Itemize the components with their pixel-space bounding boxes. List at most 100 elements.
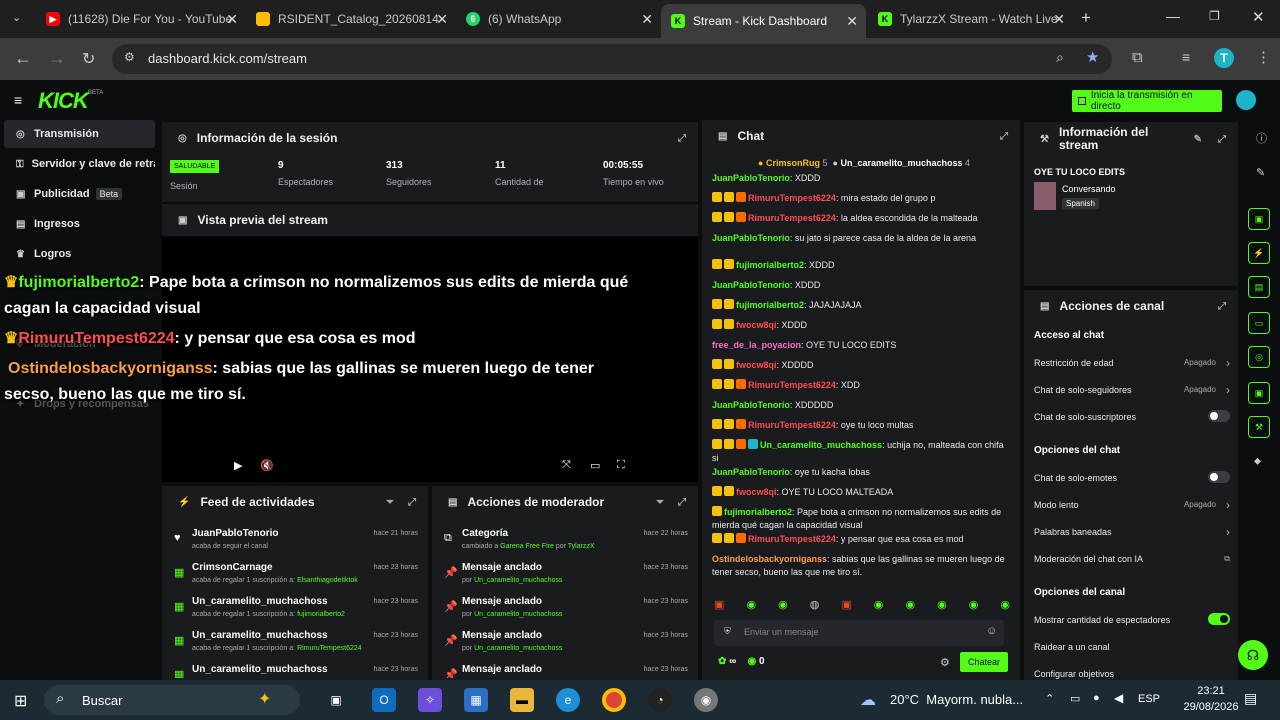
setting-row[interactable]: Moderación del chat con IA ⧉	[1034, 554, 1230, 564]
chat-username[interactable]: JuanPabloTenorio	[712, 467, 790, 477]
expand-icon[interactable]: ⤢	[1218, 134, 1226, 145]
chat-username[interactable]: fwocw8qi	[736, 487, 777, 497]
filter-icon[interactable]: ⏷	[656, 497, 664, 508]
edge-icon[interactable]: e	[556, 688, 580, 712]
language-indicator[interactable]: ESP	[1138, 693, 1160, 705]
tab-kick-dashboard[interactable]: K Stream - Kick Dashboard ✕	[661, 4, 866, 38]
mod-target[interactable]: Garena Free Fire	[500, 543, 554, 550]
weather-text[interactable]: 20°C Mayorm. nubla...	[890, 692, 1023, 707]
maximize-icon[interactable]: ❐	[1209, 9, 1220, 23]
tab-whatsapp[interactable]: 6 (6) WhatsApp ✕	[456, 6, 661, 32]
chat-username[interactable]: Un_caramelito_muchachoss	[760, 440, 882, 450]
mute-icon[interactable]: 🔇	[260, 459, 274, 472]
expand-icon[interactable]: ⤢	[1000, 131, 1008, 142]
quick-action-icon[interactable]: ▣	[1248, 382, 1270, 404]
emote-icon[interactable]: ◉	[937, 598, 947, 614]
activity-target[interactable]: Elsanthiagodetiktok	[297, 577, 358, 584]
chat-username[interactable]: RimuruTempest6224	[748, 193, 836, 203]
toggle-switch[interactable]	[1208, 471, 1230, 483]
stream-category[interactable]: Conversando	[1062, 184, 1116, 194]
close-window-icon[interactable]: ✕	[1252, 8, 1265, 26]
chat-username[interactable]: RimuruTempest6224	[748, 534, 836, 544]
emote-icon[interactable]: ◉	[874, 598, 884, 614]
notifications-icon[interactable]: ▤	[1244, 690, 1257, 707]
quick-action-icon[interactable]: ⚡	[1248, 242, 1270, 264]
kick-logo[interactable]: KICK	[38, 88, 89, 114]
emote-icon[interactable]: ◉	[778, 598, 788, 614]
chat-username[interactable]: RimuruTempest6224	[748, 380, 836, 390]
tab-drive[interactable]: RSIDENT_Catalog_20260814 ✕	[246, 6, 456, 32]
sidebar-item-servidor[interactable]: ⚿ Servidor y clave de retransmisión	[4, 150, 155, 178]
url-field[interactable]: ⚙ dashboard.kick.com/stream ⌕ ★	[112, 44, 1112, 74]
emote-icon[interactable]: ◉	[969, 598, 979, 614]
chat-settings-icon[interactable]: ⚙	[940, 656, 950, 669]
top-user[interactable]: Un_caramelito_muchachoss	[840, 158, 962, 168]
close-icon[interactable]: ✕	[226, 11, 238, 28]
setting-row[interactable]: Modo lento Apagado ›	[1034, 498, 1230, 512]
mod-by-user[interactable]: TylarzzX	[568, 543, 595, 550]
mod-target[interactable]: Un_caramelito_muchachoss	[474, 577, 562, 584]
sidebar-item-ingresos[interactable]: ▤ Ingresos	[4, 210, 155, 238]
bookmark-star-icon[interactable]: ★	[1086, 48, 1099, 66]
emote-icon[interactable]: ◉	[1000, 598, 1010, 614]
quick-action-icon[interactable]: ◎	[1248, 346, 1270, 368]
sidebar-item-logros[interactable]: ♛ Logros	[4, 240, 155, 268]
tab-youtube[interactable]: ▶ (11628) Die For You - YouTube ✕	[36, 6, 246, 32]
clock-time[interactable]: 23:21	[1186, 685, 1236, 697]
emote-icon[interactable]: ▣	[714, 598, 724, 614]
extensions-icon[interactable]: ⧉	[1132, 49, 1143, 66]
media-icon[interactable]: ≡	[1182, 49, 1190, 65]
app-icon[interactable]: ◉	[694, 688, 718, 712]
tab-kick-watch[interactable]: K TylarzzX Stream - Watch Live ✕	[868, 6, 1073, 32]
sidebar-item-publicidad[interactable]: ▣ Publicidad Beta	[4, 180, 155, 208]
top-user[interactable]: CrimsonRug	[766, 158, 820, 168]
clock-date[interactable]: 29/08/2026	[1182, 701, 1240, 713]
edit-icon[interactable]: ✎	[1194, 134, 1202, 145]
sidebar-item-transmision[interactable]: ◎ Transmisión	[4, 120, 155, 148]
tray-expand-icon[interactable]: ⌃	[1045, 692, 1054, 705]
setting-row[interactable]: Restricción de edad Apagado ›	[1034, 356, 1230, 370]
play-icon[interactable]: ▶	[234, 459, 242, 472]
chat-username[interactable]: fwocw8qi	[736, 360, 777, 370]
emoji-icon[interactable]: ☺	[986, 625, 997, 637]
windows-start-icon[interactable]: ⊞	[14, 691, 27, 711]
profile-avatar[interactable]: T	[1214, 48, 1234, 68]
expand-icon[interactable]: ⤢	[678, 497, 686, 508]
outlook-icon[interactable]: O	[372, 688, 396, 712]
emote-icon[interactable]: ◉	[905, 598, 915, 614]
user-avatar[interactable]	[1236, 90, 1256, 110]
expand-icon[interactable]: ⤢	[408, 497, 416, 508]
emote-icon[interactable]: ◍	[810, 598, 820, 614]
setting-row[interactable]: Raidear a un canal	[1034, 642, 1230, 652]
chat-username[interactable]: RimuruTempest6224	[748, 420, 836, 430]
quick-action-icon[interactable]: ⚒	[1248, 416, 1270, 438]
chat-username[interactable]: JuanPabloTenorio	[712, 400, 790, 410]
chat-username[interactable]: Ostindelosbackyorniganss	[712, 554, 827, 564]
reload-icon[interactable]: ↻	[82, 49, 95, 69]
go-live-button[interactable]: Inicia la transmisión en directo	[1072, 90, 1222, 112]
expand-icon[interactable]: ⤢	[678, 133, 686, 144]
close-icon[interactable]: ✕	[846, 13, 858, 30]
chat-username[interactable]: fujimorialberto2	[736, 260, 804, 270]
activity-target[interactable]: RimuruTempest6224	[297, 645, 362, 652]
store-icon[interactable]: ▦	[464, 688, 488, 712]
chat-username[interactable]: free_de_la_poyacion	[712, 340, 801, 350]
filter-icon[interactable]: ⏷	[386, 497, 394, 508]
chrome-icon[interactable]	[602, 688, 626, 712]
chat-username[interactable]: JuanPabloTenorio	[712, 233, 790, 243]
browser-menu-icon[interactable]: ⋮	[1256, 48, 1271, 66]
obs-icon[interactable]: ◔	[648, 688, 672, 712]
chat-username[interactable]: fwocw8qi	[736, 320, 777, 330]
mod-target[interactable]: Un_caramelito_muchachoss	[474, 645, 562, 652]
activity-target[interactable]: fujimorialberto2	[297, 611, 345, 618]
chat-username[interactable]: RimuruTempest6224	[748, 213, 836, 223]
close-icon[interactable]: ✕	[1053, 11, 1065, 28]
mod-target[interactable]: Un_caramelito_muchachoss	[474, 611, 562, 618]
zoom-icon[interactable]: ⌕	[1056, 49, 1064, 66]
minimize-icon[interactable]: —	[1166, 8, 1180, 24]
activity-user[interactable]: JuanPabloTenorio	[192, 528, 279, 539]
chat-input[interactable]: ⛨ Enviar un mensaje ☺	[714, 620, 1004, 646]
toggle-switch[interactable]	[1208, 410, 1230, 422]
tab-list-icon[interactable]: ⌄	[12, 11, 21, 24]
new-tab-icon[interactable]: +	[1081, 8, 1091, 28]
